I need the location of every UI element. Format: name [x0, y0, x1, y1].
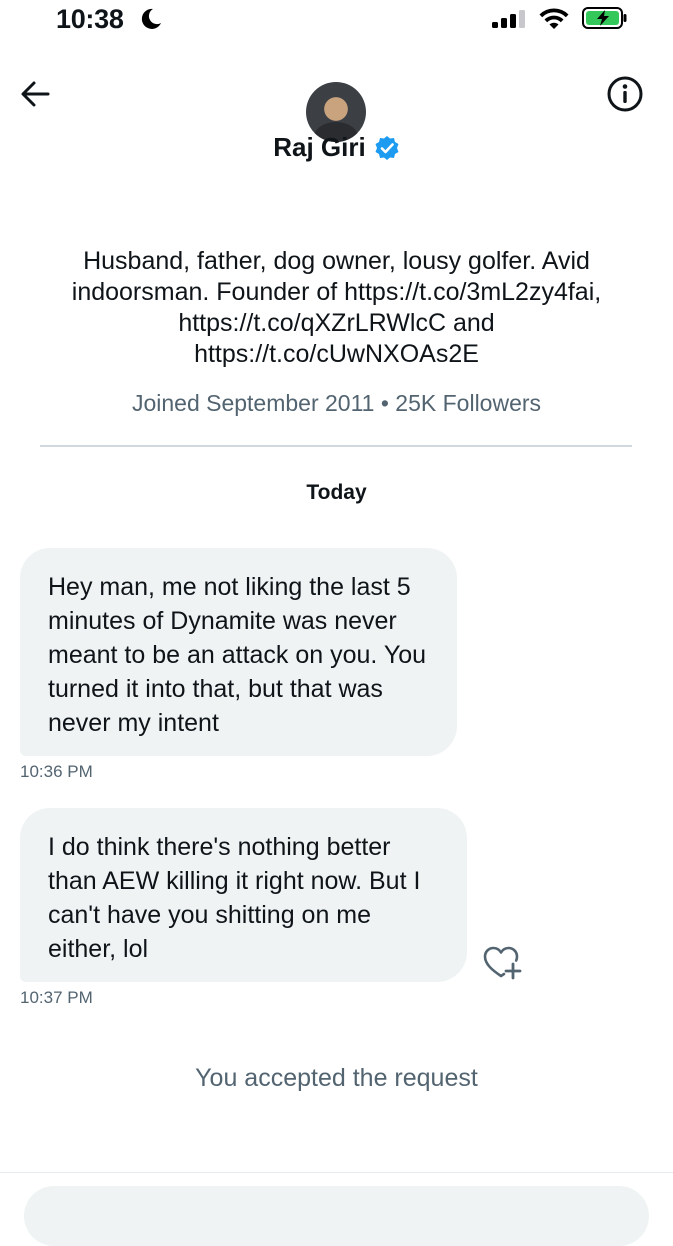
- message-composer[interactable]: [24, 1186, 649, 1246]
- profile-name-row: Raj Giri: [0, 132, 673, 163]
- info-icon[interactable]: [605, 74, 645, 114]
- verified-badge-icon: [375, 135, 399, 160]
- system-message: You accepted the request: [195, 1064, 478, 1092]
- profile-name[interactable]: Raj Giri: [273, 132, 365, 163]
- message-timestamp: 10:37 PM: [20, 988, 93, 1007]
- status-time: 10:38: [56, 4, 124, 34]
- wifi-icon: [539, 8, 569, 29]
- battery-charging-icon: [582, 7, 627, 29]
- message-timestamp: 10:36 PM: [20, 762, 93, 781]
- signal-icon: [492, 10, 525, 28]
- heart-plus-icon[interactable]: [482, 944, 522, 980]
- day-separator: Today: [306, 481, 367, 504]
- profile-bio: Husband, father, dog owner, lousy golfer…: [71, 247, 602, 368]
- composer-divider: [0, 1172, 673, 1173]
- message-bubble[interactable]: I do think there's nothing better than A…: [20, 808, 467, 982]
- message-bubble[interactable]: Hey man, me not liking the last 5 minute…: [20, 548, 457, 756]
- divider: [40, 445, 632, 447]
- arrow-left-icon[interactable]: [18, 76, 54, 112]
- moon-icon: [141, 8, 161, 29]
- profile-meta: Joined September 2011 • 25K Followers: [131, 390, 542, 416]
